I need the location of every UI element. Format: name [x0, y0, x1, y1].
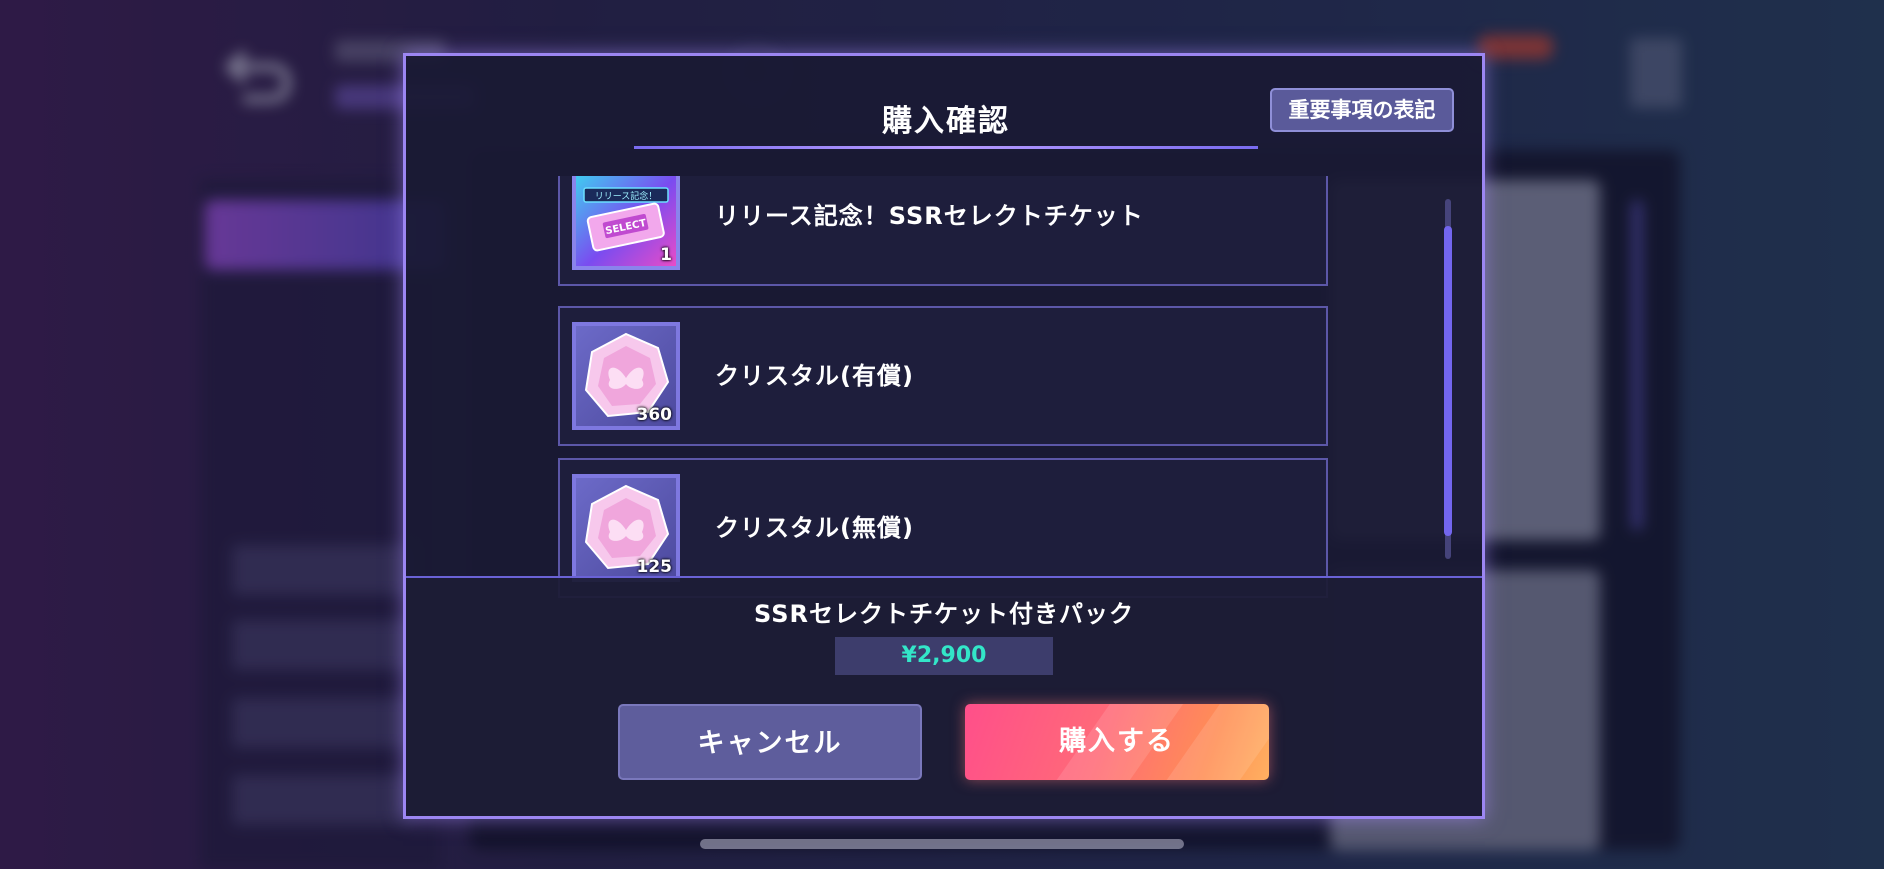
purchase-button-label: 購入する — [1059, 726, 1175, 757]
crystal-icon: 360 — [572, 322, 680, 430]
crystal-icon: 125 — [572, 474, 680, 582]
purchase-confirm-dialog: 購入確認 重要事項の表記 リリース記念！ SELECT 1 リリース記念！SSR… — [403, 53, 1485, 819]
item-quantity: 1 — [660, 245, 672, 265]
item-list[interactable]: リリース記念！ SELECT 1 リリース記念！SSRセレクトチケット 360 … — [553, 176, 1333, 629]
item-name: リリース記念！SSRセレクトチケット — [715, 202, 1144, 230]
item-quantity: 125 — [636, 557, 673, 577]
cancel-button[interactable]: キャンセル — [618, 704, 922, 780]
list-item: リリース記念！ SELECT 1 リリース記念！SSRセレクトチケット — [558, 176, 1328, 286]
svg-text:リリース記念！: リリース記念！ — [595, 190, 658, 202]
dialog-title: 購入確認 — [882, 104, 1010, 139]
important-notice-button[interactable]: 重要事項の表記 — [1270, 88, 1454, 132]
pack-name: SSRセレクトチケット付きパック — [754, 600, 1134, 628]
list-item: 360 クリスタル(有償) — [558, 306, 1328, 446]
select-ticket-icon: リリース記念！ SELECT 1 — [572, 176, 680, 270]
title-underline — [634, 146, 1258, 149]
pack-price: ¥2,900 — [835, 637, 1053, 675]
item-quantity: 360 — [636, 405, 673, 425]
purchase-button[interactable]: 購入する — [965, 704, 1269, 780]
item-name: クリスタル(有償) — [715, 362, 914, 390]
footer-divider — [406, 576, 1482, 578]
home-indicator[interactable] — [700, 839, 1184, 849]
scrollbar-thumb[interactable] — [1444, 226, 1452, 536]
